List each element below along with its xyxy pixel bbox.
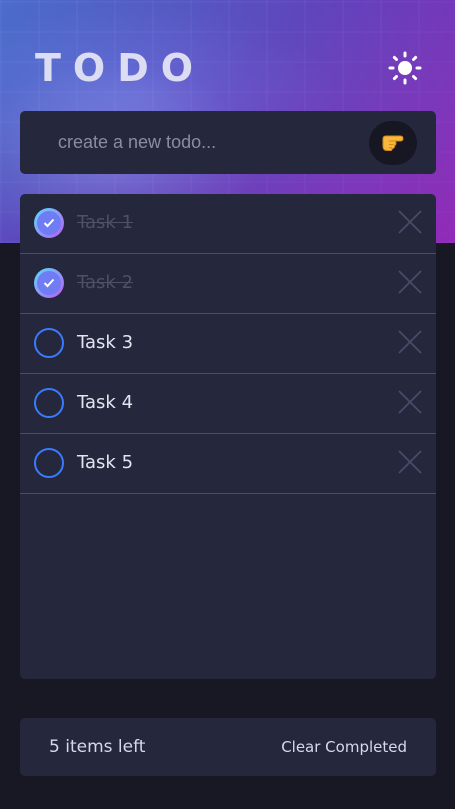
- todo-item: Task 5: [20, 434, 436, 494]
- todo-list: Task 1 Task 2 Task 3 Task 4 Task 5: [20, 194, 436, 679]
- delete-todo-button[interactable]: [398, 330, 422, 354]
- todo-item: Task 4: [20, 374, 436, 434]
- todo-item: Task 3: [20, 314, 436, 374]
- app-title: TODO: [35, 46, 206, 90]
- todo-checkbox[interactable]: [34, 328, 64, 358]
- todo-checkbox[interactable]: [34, 268, 64, 298]
- todo-label: Task 3: [77, 332, 134, 353]
- todo-label: Task 1: [77, 212, 134, 233]
- sun-icon: [388, 51, 422, 89]
- close-icon: [398, 210, 422, 234]
- delete-todo-button[interactable]: [398, 270, 422, 294]
- check-icon: [43, 218, 55, 228]
- todo-footer: 5 items left Clear Completed: [20, 718, 436, 776]
- delete-todo-button[interactable]: [398, 450, 422, 474]
- close-icon: [398, 330, 422, 354]
- items-left-count: 5 items left: [49, 737, 146, 757]
- delete-todo-button[interactable]: [398, 390, 422, 414]
- todo-label: Task 4: [77, 392, 134, 413]
- todo-checkbox[interactable]: [34, 448, 64, 478]
- todo-checkbox[interactable]: [34, 208, 64, 238]
- todo-label: Task 5: [77, 452, 134, 473]
- close-icon: [398, 270, 422, 294]
- new-todo-bar: [20, 111, 436, 174]
- clear-completed-button[interactable]: Clear Completed: [281, 738, 407, 756]
- delete-todo-button[interactable]: [398, 210, 422, 234]
- close-icon: [398, 390, 422, 414]
- todo-label: Task 2: [77, 272, 134, 293]
- theme-toggle-button[interactable]: [388, 51, 422, 89]
- add-todo-button[interactable]: [369, 121, 417, 165]
- todo-item: Task 1: [20, 194, 436, 254]
- check-icon: [43, 278, 55, 288]
- todo-checkbox[interactable]: [34, 388, 64, 418]
- todo-item: Task 2: [20, 254, 436, 314]
- new-todo-input[interactable]: [58, 129, 358, 155]
- pointing-hand-icon: [380, 130, 406, 156]
- close-icon: [398, 450, 422, 474]
